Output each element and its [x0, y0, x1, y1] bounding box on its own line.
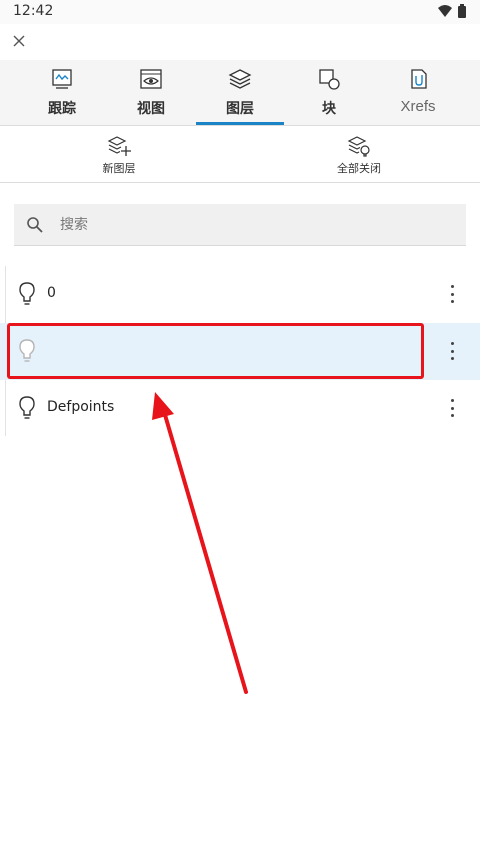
status-time: 12:42: [13, 3, 54, 19]
lightbulb-icon[interactable]: [17, 395, 37, 421]
new-layer-icon: [107, 136, 131, 156]
tab-xrefs[interactable]: Xrefs: [373, 60, 463, 126]
block-icon: [319, 69, 340, 90]
tab-label: 块: [322, 101, 336, 117]
tab-label: 图层: [226, 101, 254, 117]
close-all-label: 全部关闭: [337, 162, 381, 175]
layer-row-selected[interactable]: [0, 323, 480, 380]
tab-label: Xrefs: [400, 98, 436, 115]
new-layer-label: 新图层: [102, 162, 136, 175]
layer-actions: 新图层 全部关闭: [0, 127, 480, 183]
status-icons: [438, 4, 466, 18]
layer-row[interactable]: Defpoints: [0, 380, 480, 437]
lightbulb-icon[interactable]: [17, 281, 37, 307]
tab-track[interactable]: 跟踪: [17, 60, 107, 126]
layer-search: [14, 204, 466, 246]
search-icon: [27, 217, 43, 233]
track-icon: [52, 69, 72, 89]
panel-tabs: 跟踪 视图 图层 块 Xrefs: [0, 60, 480, 126]
close-all-layers-icon: [347, 136, 370, 157]
eye-icon: [140, 69, 162, 89]
more-options-icon[interactable]: [444, 283, 460, 305]
tab-blocks[interactable]: 块: [284, 60, 374, 126]
close-button[interactable]: [8, 30, 30, 52]
xref-icon: [411, 69, 427, 89]
lightbulb-off-icon[interactable]: [17, 338, 37, 364]
more-options-icon[interactable]: [444, 340, 460, 362]
search-input[interactable]: [60, 212, 440, 238]
active-tab-indicator: [196, 122, 284, 125]
close-all-button[interactable]: 全部关闭: [309, 127, 409, 183]
wifi-icon: [438, 5, 452, 17]
layer-row[interactable]: 0: [0, 266, 480, 323]
layer-name: 0: [47, 285, 56, 301]
status-bar: 12:42: [0, 0, 480, 24]
layers-icon: [228, 69, 252, 89]
layer-list: 0 Defpoints: [0, 266, 480, 437]
layer-name: Defpoints: [47, 399, 115, 415]
tab-layers[interactable]: 图层: [195, 60, 285, 126]
battery-icon: [458, 4, 466, 18]
tab-view[interactable]: 视图: [106, 60, 196, 126]
close-icon: [13, 35, 25, 47]
tab-label: 跟踪: [48, 101, 76, 117]
new-layer-button[interactable]: 新图层: [69, 127, 169, 183]
tab-label: 视图: [137, 101, 165, 117]
more-options-icon[interactable]: [444, 397, 460, 419]
